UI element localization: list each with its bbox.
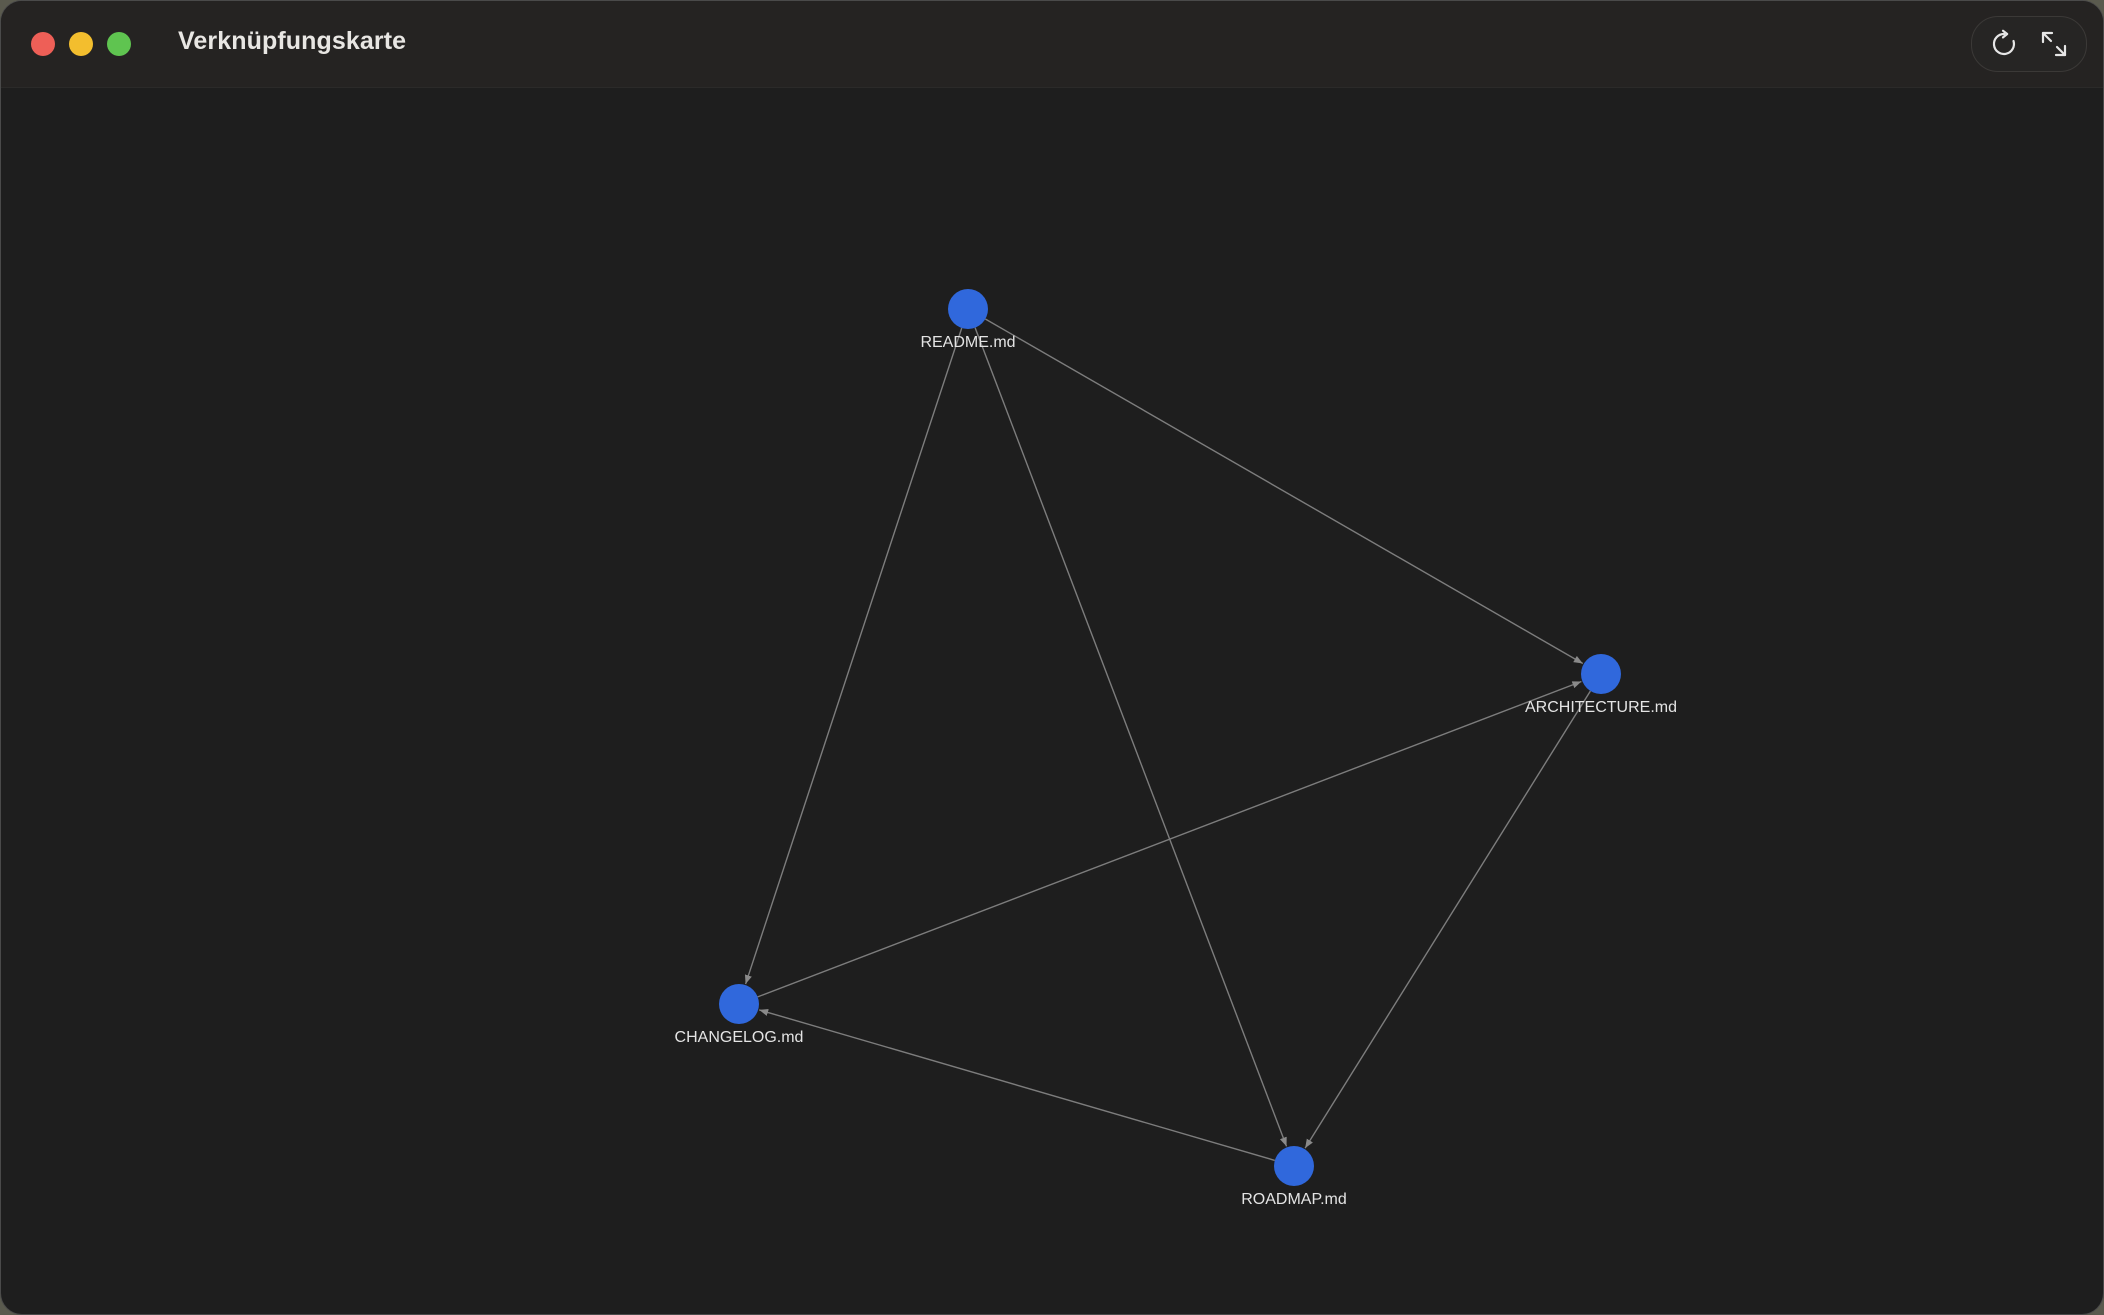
edge-roadmap-to-changelog [758, 1008, 1275, 1162]
node-label: ROADMAP.md [1241, 1191, 1347, 1208]
zoom-window-button[interactable] [107, 32, 131, 56]
graph-canvas[interactable]: README.md ARCHITECTURE.md CHANGELOG.md ROAD… [1, 88, 2103, 1314]
node-label: CHANGELOG.md [675, 1029, 804, 1046]
toolbar-controls [1971, 16, 2087, 72]
refresh-icon [1992, 29, 2016, 56]
expand-button[interactable] [2034, 24, 2074, 64]
graph-node-readme[interactable]: README.md [920, 289, 1016, 351]
node-label: ARCHITECTURE.md [1525, 699, 1677, 716]
refresh-button[interactable] [1984, 24, 2024, 64]
edge-readme-to-roadmap [974, 327, 1288, 1147]
close-window-button[interactable] [31, 32, 55, 56]
nodes-layer: README.md ARCHITECTURE.md CHANGELOG.md ROAD… [675, 289, 1677, 1208]
node-label: README.md [920, 334, 1015, 351]
window-title: Verknüpfungskarte [178, 27, 407, 55]
edge-readme-to-architecture [984, 318, 1584, 665]
link-graph[interactable]: README.md ARCHITECTURE.md CHANGELOG.md ROAD… [1, 88, 2103, 1314]
title-bar: Verknüpfungskarte [1, 1, 2103, 88]
node-circle[interactable] [1581, 654, 1621, 694]
edge-changelog-to-architecture [757, 680, 1582, 998]
node-circle[interactable] [719, 984, 759, 1024]
graph-node-changelog[interactable]: CHANGELOG.md [675, 984, 804, 1046]
edges-layer [744, 318, 1592, 1162]
edge-readme-to-changelog [744, 327, 963, 985]
minimize-window-button[interactable] [69, 32, 93, 56]
graph-node-architecture[interactable]: ARCHITECTURE.md [1525, 654, 1677, 716]
graph-window: Verknüpfungskarte README.md ARCHITECTURE… [0, 0, 2104, 1315]
expand-icon [2041, 31, 2067, 57]
node-circle[interactable] [1274, 1146, 1314, 1186]
node-circle[interactable] [948, 289, 988, 329]
edge-architecture-to-roadmap [1304, 690, 1592, 1149]
